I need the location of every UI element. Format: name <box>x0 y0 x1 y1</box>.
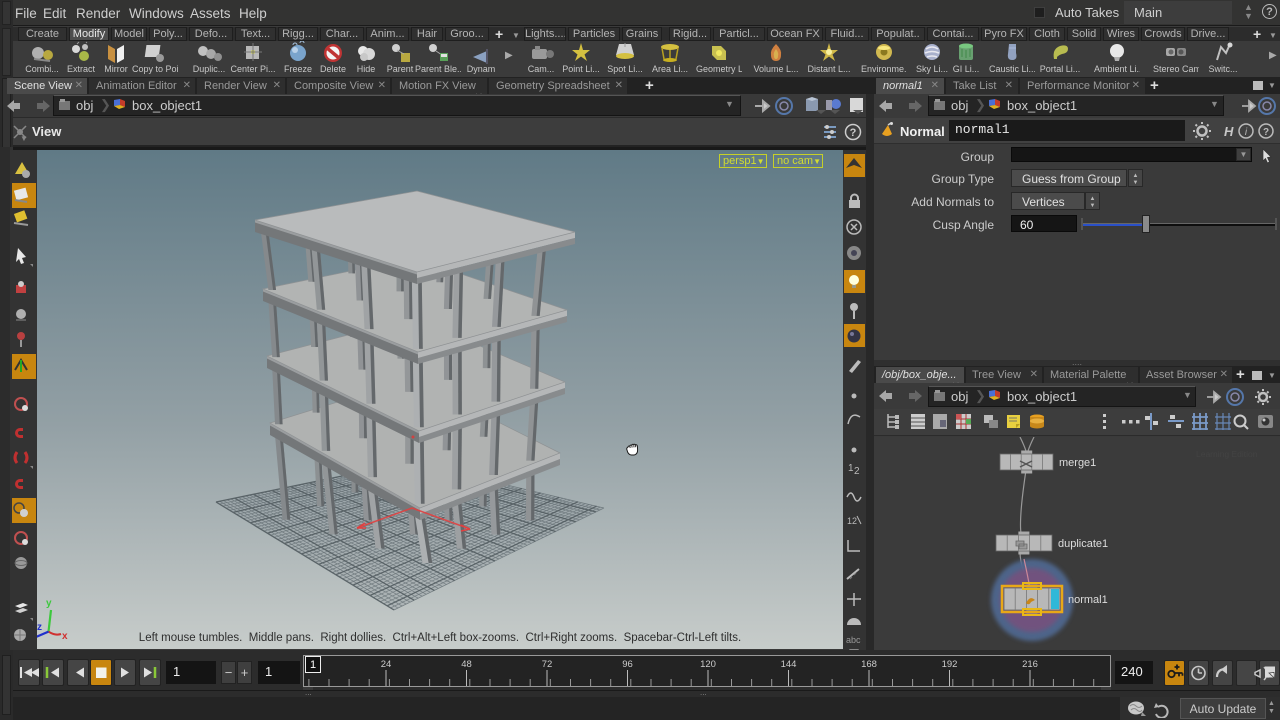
svg-text:?: ? <box>850 127 857 139</box>
svg-text:2: 2 <box>854 466 860 477</box>
svg-text:192: 192 <box>942 659 958 670</box>
svg-text:merge1: merge1 <box>1059 457 1096 469</box>
svg-text:i: i <box>1245 127 1248 138</box>
svg-text:H: H <box>1224 124 1234 139</box>
svg-text:120: 120 <box>700 659 716 670</box>
svg-text:y: y <box>46 598 52 609</box>
svg-text:Learning Edition: Learning Edition <box>1196 449 1258 459</box>
svg-text:?: ? <box>1263 127 1269 138</box>
svg-text:12: 12 <box>847 516 857 526</box>
svg-text:duplicate1: duplicate1 <box>1058 538 1108 550</box>
svg-text:abc: abc <box>846 635 861 645</box>
svg-text:72: 72 <box>542 659 553 670</box>
svg-text:normal1: normal1 <box>1068 594 1108 606</box>
svg-text:216: 216 <box>1022 659 1038 670</box>
svg-text:168: 168 <box>861 659 877 670</box>
svg-text:48: 48 <box>461 659 472 670</box>
svg-text:96: 96 <box>622 659 633 670</box>
svg-text:24: 24 <box>381 659 392 670</box>
svg-text:144: 144 <box>781 659 797 670</box>
